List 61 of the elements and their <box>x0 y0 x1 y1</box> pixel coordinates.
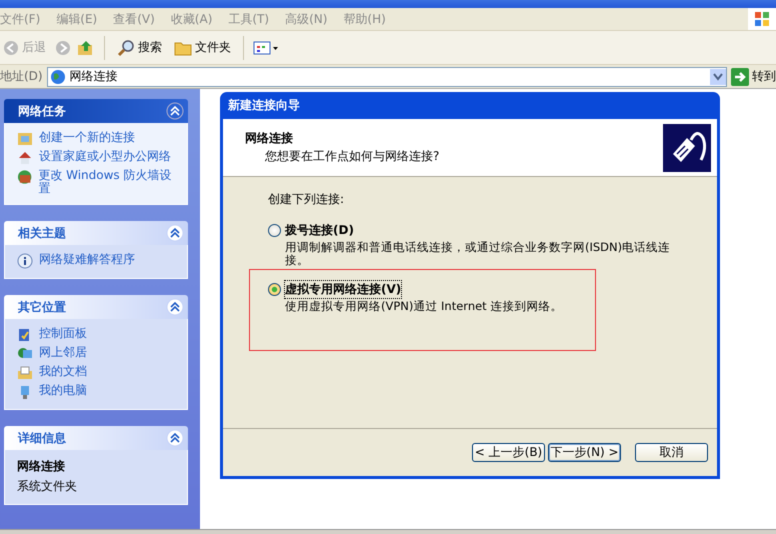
detail-type: 系统文件夹 <box>17 478 78 495</box>
address-label: 地址(D) <box>0 68 43 85</box>
up-folder-icon[interactable] <box>77 38 95 56</box>
wizard-button[interactable]: 下一步(N) > <box>548 443 621 462</box>
network-plug-icon <box>663 124 711 172</box>
radio-option[interactable]: 拨号连接(D) <box>268 222 717 239</box>
sidebar-link[interactable]: 更改 Windows 防火墙设置 <box>17 169 177 195</box>
address-value: 网络连接 <box>70 68 118 85</box>
search-icon <box>117 38 135 56</box>
menu-item[interactable]: 文件(F) <box>0 10 48 28</box>
menu-item[interactable]: 高级(N) <box>285 10 336 28</box>
firewall-icon <box>17 169 32 185</box>
folder-icon <box>174 40 192 56</box>
menu-item[interactable]: 编辑(E) <box>56 10 106 28</box>
info-icon <box>17 253 33 269</box>
house-icon <box>17 150 33 166</box>
wizard-button[interactable]: < 上一步(B) <box>472 443 545 462</box>
wizard-heading: 网络连接 <box>245 130 294 147</box>
windows-logo-icon <box>754 11 770 27</box>
menu-item[interactable]: 收藏(A) <box>170 10 220 28</box>
menu-item[interactable]: 工具(T) <box>228 10 278 28</box>
collapse-icon[interactable] <box>166 429 184 447</box>
sidebar-link[interactable]: 设置家庭或小型办公网络 <box>17 150 177 166</box>
sidebar-link[interactable]: 控制面板 <box>17 327 177 343</box>
menu-item[interactable]: 帮助(H) <box>343 10 394 28</box>
panel-header[interactable]: 其它位置 <box>4 295 188 319</box>
address-field[interactable]: 网络连接 <box>46 66 727 86</box>
collapse-icon[interactable] <box>166 298 184 316</box>
view-icon[interactable] <box>253 40 279 56</box>
panel-title: 网络任务 <box>18 102 66 120</box>
radio-button[interactable] <box>268 224 281 237</box>
wizard-button[interactable]: 取消 <box>635 443 708 462</box>
search-button[interactable]: 搜索 <box>114 36 165 58</box>
panel-title: 相关主题 <box>18 224 66 242</box>
sidebar-link[interactable]: 我的文档 <box>17 365 177 381</box>
option-description: 使用虚拟专用网络(VPN)通过 Internet 连接到网络。 <box>284 300 564 313</box>
radio-button[interactable] <box>268 283 281 296</box>
panel-title: 其它位置 <box>18 298 66 316</box>
sidebar-link[interactable]: 我的电脑 <box>17 384 177 400</box>
options-prompt: 创建下列连接: <box>268 191 346 208</box>
network-folder-icon <box>17 131 33 147</box>
wizard-subheading: 您想要在工作点如何与网络连接? <box>264 148 440 165</box>
sidebar-link[interactable]: 网上邻居 <box>17 346 177 362</box>
sidebar-link[interactable]: 创建一个新的连接 <box>17 131 177 147</box>
collapse-icon[interactable] <box>166 224 184 242</box>
panel-header[interactable]: 网络任务 <box>4 99 188 123</box>
folders-button[interactable]: 文件夹 <box>171 37 234 58</box>
detail-name: 网络连接 <box>17 458 66 475</box>
option-description: 用调制解调器和普通电话线连接，或通过综合业务数字网(ISDN)电话线连接。 <box>284 241 672 267</box>
panel-header[interactable]: 相关主题 <box>4 221 188 245</box>
radio-option[interactable]: 虚拟专用网络连接(V) <box>268 281 717 298</box>
globe-icon <box>50 68 66 84</box>
documents-folder-icon <box>17 365 33 381</box>
dialog-title: 新建连接向导 <box>228 97 300 114</box>
chevron-down-icon <box>713 72 723 80</box>
panel-header[interactable]: 详细信息 <box>4 426 188 450</box>
panel-title: 详细信息 <box>18 430 66 446</box>
dropdown-button[interactable] <box>710 68 726 84</box>
go-button[interactable]: 转到 <box>731 68 776 86</box>
menu-item[interactable]: 查看(V) <box>113 10 163 28</box>
collapse-icon[interactable] <box>166 102 184 120</box>
